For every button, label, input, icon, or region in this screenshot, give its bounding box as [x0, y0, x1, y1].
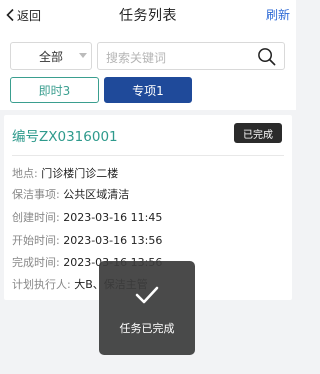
search-icon[interactable] [257, 47, 276, 66]
field-label: 计划执行人: [12, 278, 71, 291]
dropdown-value: 全部 [39, 49, 64, 64]
search-input[interactable]: 搜索关键词 [106, 49, 166, 66]
check-icon [135, 286, 159, 304]
tab-special[interactable]: 专项1 [104, 77, 192, 103]
field-location: 地点: 门诊楼门诊二楼 [12, 165, 118, 181]
field-start-time: 开始时间: 2023-03-16 13:56 [12, 232, 162, 248]
success-toast: 任务已完成 [99, 261, 195, 355]
caret-down-icon [79, 53, 87, 58]
field-cleaning-item: 保洁事项: 公共区域清洁 [12, 186, 129, 202]
task-card-header: 编号ZX0316001 已完成 [4, 115, 292, 151]
field-value: 2023-03-16 11:45 [63, 211, 163, 224]
field-label: 地点: [12, 167, 38, 180]
search-box[interactable]: 搜索关键词 [97, 42, 285, 70]
field-label: 开始时间: [12, 234, 60, 247]
field-value: 公共区域清洁 [63, 188, 130, 201]
field-label: 完成时间: [12, 256, 60, 269]
status-badge: 已完成 [234, 123, 282, 143]
page-title: 任务列表 [119, 8, 177, 24]
field-value: 2023-03-16 13:56 [63, 234, 163, 247]
tab-immediate[interactable]: 即时3 [10, 77, 99, 103]
field-created-time: 创建时间: 2023-03-16 11:45 [12, 209, 162, 225]
category-dropdown[interactable]: 全部 [10, 42, 92, 70]
card-divider [12, 155, 284, 156]
filter-area: 全部 搜索关键词 即时3 专项1 [0, 30, 296, 110]
navbar: 返回 任务列表 刷新 [0, 0, 296, 30]
field-label: 创建时间: [12, 211, 60, 224]
field-label: 保洁事项: [12, 188, 60, 201]
task-number: 编号ZX0316001 [12, 129, 118, 145]
toast-message: 任务已完成 [119, 322, 175, 335]
field-value: 门诊楼门诊二楼 [41, 167, 119, 180]
refresh-button[interactable]: 刷新 [266, 6, 290, 23]
